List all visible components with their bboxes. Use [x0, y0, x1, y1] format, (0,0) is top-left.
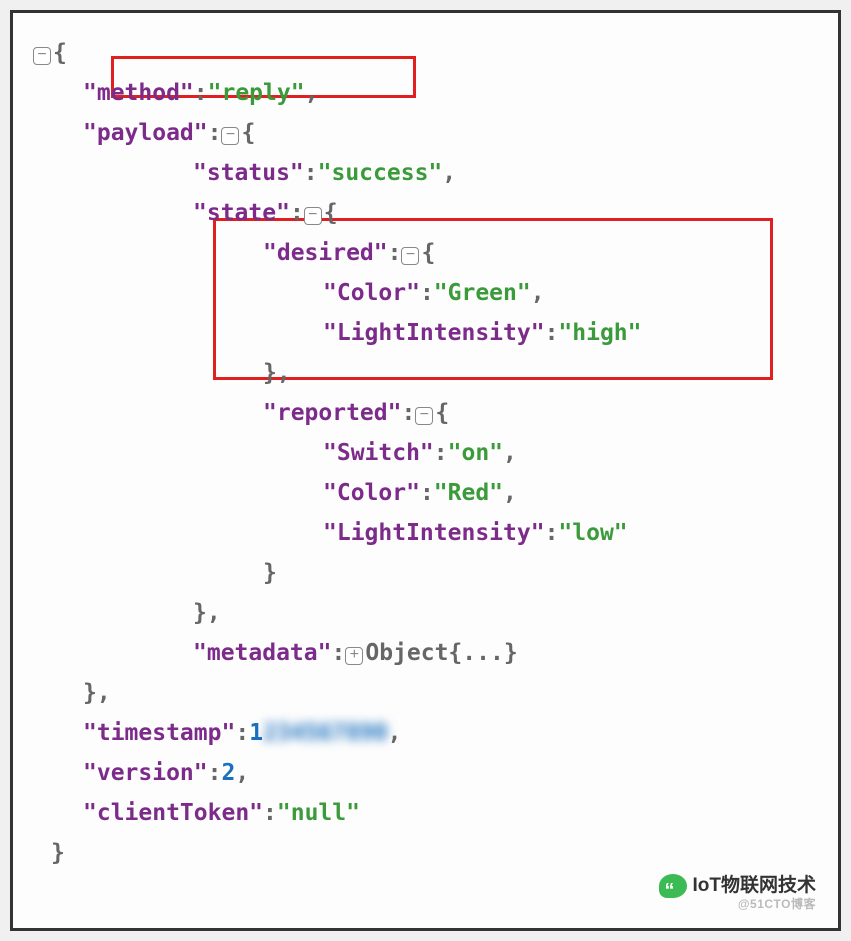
logo-icon	[659, 874, 687, 898]
json-line: },	[23, 353, 828, 393]
json-line: "LightIntensity":"low"	[23, 513, 828, 553]
json-line: "timestamp":1234567890,	[23, 713, 828, 753]
collapse-icon[interactable]: −	[221, 127, 239, 145]
json-line: "Color":"Green",	[23, 273, 828, 313]
json-line: "LightIntensity":"high"	[23, 313, 828, 353]
json-line: "state":−{	[23, 193, 828, 233]
json-line: },	[23, 673, 828, 713]
json-line: "reported":−{	[23, 393, 828, 433]
json-line: "payload":−{	[23, 113, 828, 153]
json-line: "status":"success",	[23, 153, 828, 193]
json-line: "Color":"Red",	[23, 473, 828, 513]
blurred-timestamp: 234567890	[263, 720, 388, 746]
json-line: "metadata":+Object{...}	[23, 633, 828, 673]
json-line: −{	[23, 33, 828, 73]
collapse-icon[interactable]: −	[33, 47, 51, 65]
watermark-sub: @51CTO博客	[738, 884, 816, 924]
json-line: "version":2,	[23, 753, 828, 793]
collapse-icon[interactable]: −	[401, 247, 419, 265]
json-line: }	[23, 553, 828, 593]
json-line: "Switch":"on",	[23, 433, 828, 473]
json-viewer: −{ "method":"reply", "payload":−{ "statu…	[10, 10, 841, 931]
expand-icon[interactable]: +	[345, 647, 363, 665]
collapse-icon[interactable]: −	[304, 207, 322, 225]
json-line: "clientToken":"null"	[23, 793, 828, 833]
json-line: },	[23, 593, 828, 633]
collapse-icon[interactable]: −	[415, 407, 433, 425]
json-line: "method":"reply",	[23, 73, 828, 113]
json-line: "desired":−{	[23, 233, 828, 273]
